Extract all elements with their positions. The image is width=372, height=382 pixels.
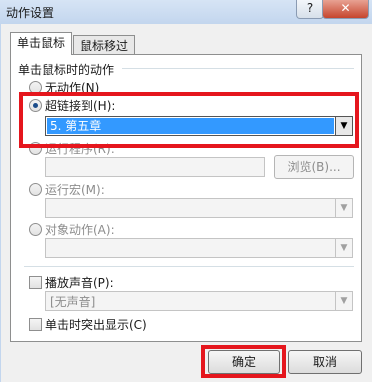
hyperlink-label: 超链接到(H): [45, 99, 116, 113]
tab-click[interactable]: 单击鼠标 [10, 32, 73, 55]
tab-hover[interactable]: 鼠标移过 [73, 35, 136, 56]
play-sound-checkbox[interactable] [29, 276, 42, 289]
chevron-down-icon[interactable]: ▼ [335, 239, 352, 257]
highlight-click-label: 单击时突出显示(C) [45, 318, 147, 332]
help-button[interactable]: ? [296, 0, 324, 19]
chevron-down-icon[interactable]: ▼ [335, 199, 352, 217]
object-action-label: 对象动作(A): [45, 223, 115, 237]
cancel-button[interactable]: 取消 [288, 350, 362, 374]
window-title: 动作设置 [6, 6, 55, 20]
play-sound-label: 播放声音(P): [45, 276, 114, 290]
title-bar: 动作设置 ? ✕ [0, 0, 372, 25]
close-button[interactable]: ✕ [322, 0, 369, 19]
sound-value: [无声音] [50, 295, 96, 309]
run-program-label: 运行程序(R): [45, 142, 115, 156]
hyperlink-select[interactable]: 5. 第五章 ▼ [45, 116, 353, 136]
sound-select[interactable]: [无声音] ▼ [45, 291, 353, 311]
run-macro-select[interactable]: ▼ [45, 198, 353, 218]
browse-button[interactable]: 浏览(B)... [274, 155, 354, 179]
object-action-select[interactable]: ▼ [45, 238, 353, 258]
no-action-label: 无动作(N) [45, 81, 100, 95]
hyperlink-value: 5. 第五章 [47, 118, 334, 134]
group-label: 单击鼠标时的动作 [18, 63, 115, 77]
group-divider [122, 68, 354, 69]
radio-run-program[interactable] [29, 142, 42, 155]
ok-button[interactable]: 确定 [208, 350, 280, 374]
run-macro-label: 运行宏(M): [45, 183, 105, 197]
radio-no-action[interactable] [29, 81, 42, 94]
chevron-down-icon[interactable]: ▼ [335, 292, 352, 310]
radio-run-macro[interactable] [29, 183, 42, 196]
chevron-down-icon[interactable]: ▼ [335, 117, 352, 135]
section-divider [24, 266, 354, 267]
radio-hyperlink[interactable] [29, 99, 42, 112]
run-program-input[interactable] [45, 157, 265, 177]
radio-object-action[interactable] [29, 223, 42, 236]
highlight-click-checkbox[interactable] [29, 318, 42, 331]
